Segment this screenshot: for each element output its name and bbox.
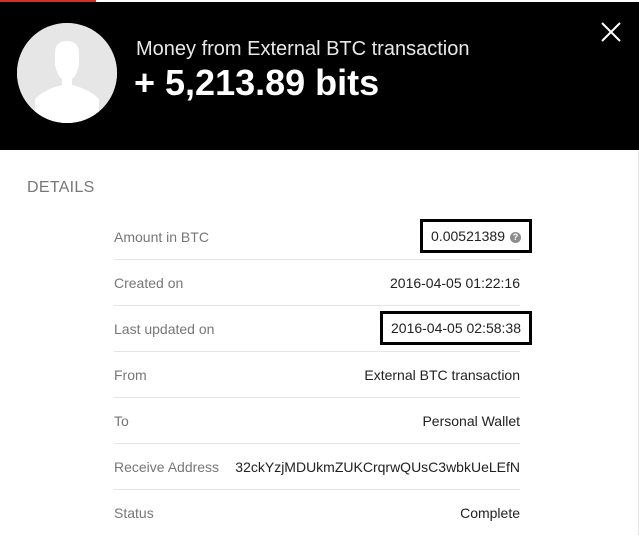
detail-label: Receive Address	[114, 459, 220, 475]
detail-value: 0.00521389	[431, 228, 505, 244]
detail-label: Amount in BTC	[114, 229, 209, 245]
status-value: Complete	[460, 505, 520, 521]
user-avatar-icon	[17, 23, 117, 123]
detail-value: Personal Wallet	[422, 413, 520, 429]
transaction-title: Money from External BTC transaction	[136, 38, 470, 60]
detail-row-amount-btc: Amount in BTC 0.00521389?	[114, 214, 532, 260]
last-updated-value: 2016-04-05 02:58:38	[380, 311, 532, 345]
amount-btc-value: 0.00521389?	[420, 219, 532, 253]
detail-row-to: To Personal Wallet	[114, 398, 520, 444]
detail-value: 2016-04-05 01:22:16	[390, 275, 520, 291]
detail-row-receive-address: Receive Address 32ckYzjMDUkmZUKCrqrwQUsC…	[114, 444, 520, 490]
info-icon[interactable]: ?	[510, 232, 521, 243]
receive-address-value: 32ckYzjMDUkmZUKCrqrwQUsC3wbkUeLEfN	[235, 459, 520, 475]
transaction-detail-page: Money from External BTC transaction + 5,…	[0, 0, 639, 535]
detail-row-status: Status Complete	[114, 490, 520, 536]
detail-label: Last updated on	[114, 321, 215, 337]
detail-label: Status	[114, 505, 154, 521]
close-icon[interactable]	[599, 20, 623, 44]
transaction-header: Money from External BTC transaction + 5,…	[0, 2, 639, 150]
detail-label: To	[114, 413, 129, 429]
detail-row-from: From External BTC transaction	[114, 352, 520, 398]
detail-value: External BTC transaction	[364, 367, 520, 383]
detail-label: Created on	[114, 275, 184, 291]
detail-row-last-updated: Last updated on 2016-04-05 02:58:38	[114, 306, 532, 352]
details-list: Amount in BTC 0.00521389? Created on 201…	[114, 214, 532, 536]
transaction-amount: + 5,213.89 bits	[134, 62, 380, 103]
details-heading: DETAILS	[27, 179, 95, 196]
detail-row-created-on: Created on 2016-04-05 01:22:16	[114, 260, 520, 306]
detail-label: From	[114, 367, 147, 383]
